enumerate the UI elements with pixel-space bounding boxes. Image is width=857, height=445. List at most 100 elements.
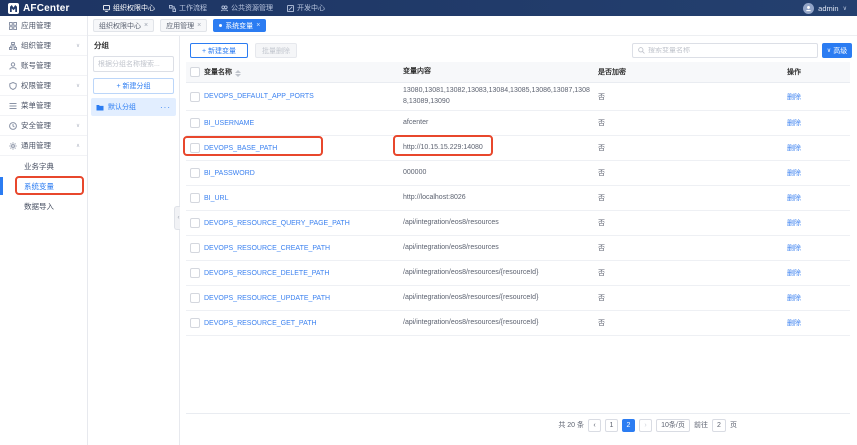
- group-item-default[interactable]: 默认分组 ···: [91, 98, 176, 116]
- variable-name-link[interactable]: DEVOPS_DEFAULT_APP_PORTS: [204, 93, 314, 100]
- delete-link[interactable]: 删除: [787, 145, 801, 152]
- delete-link[interactable]: 删除: [787, 295, 801, 302]
- sidebar-item-permission-management[interactable]: 权限管理 ∨: [0, 76, 87, 96]
- close-icon[interactable]: ×: [256, 22, 260, 29]
- person-icon: [805, 5, 812, 12]
- variable-search-box[interactable]: [632, 43, 818, 58]
- row-checkbox[interactable]: [190, 118, 200, 128]
- nav-item-public-resources[interactable]: 公共资源管理: [221, 3, 273, 13]
- variable-name-link[interactable]: DEVOPS_RESOURCE_CREATE_PATH: [204, 245, 330, 252]
- next-page-button[interactable]: ›: [639, 419, 652, 432]
- variable-name-link[interactable]: DEVOPS_RESOURCE_QUERY_PAGE_PATH: [204, 220, 350, 227]
- row-checkbox[interactable]: [190, 168, 200, 178]
- sidebar: 应用管理 组织管理 ∨ 账号管理 权限管理 ∨ 菜单管理 安全管理 ∨ 通用管理: [0, 16, 88, 445]
- table-row: BI_PASSWORD 000000 否 删除: [186, 161, 850, 186]
- column-header-variable-name[interactable]: 变量名称: [204, 64, 403, 80]
- sidebar-item-app-management[interactable]: 应用管理: [0, 16, 87, 36]
- chevron-down-icon: ∨: [76, 83, 80, 89]
- variable-content: http://10.15.15.229:14080: [403, 140, 598, 157]
- new-group-button[interactable]: + 新建分组: [93, 78, 174, 94]
- edit-square-icon: [287, 5, 294, 12]
- delete-link[interactable]: 删除: [787, 195, 801, 202]
- page-button-1[interactable]: 1: [605, 419, 618, 432]
- row-checkbox[interactable]: [190, 218, 200, 228]
- group-search-input[interactable]: [93, 56, 174, 72]
- appstore-icon: [9, 22, 17, 30]
- close-icon[interactable]: ×: [144, 22, 148, 29]
- sidebar-item-menu-management[interactable]: 菜单管理: [0, 96, 87, 116]
- table-body: DEVOPS_DEFAULT_APP_PORTS 13080,13081,130…: [186, 83, 850, 336]
- row-checkbox[interactable]: [190, 193, 200, 203]
- sidebar-item-general-management[interactable]: 通用管理 ∧: [0, 136, 87, 156]
- delete-link[interactable]: 删除: [787, 245, 801, 252]
- select-all-checkbox[interactable]: [190, 67, 200, 77]
- user-menu[interactable]: admin ∨: [803, 3, 857, 14]
- sort-icon[interactable]: [235, 70, 241, 77]
- table-row: DEVOPS_DEFAULT_APP_PORTS 13080,13081,130…: [186, 83, 850, 111]
- table-row: DEVOPS_RESOURCE_UPDATE_PATH /api/integra…: [186, 286, 850, 311]
- sidebar-item-security-management[interactable]: 安全管理 ∨: [0, 116, 87, 136]
- page-size-select[interactable]: 10条/页: [656, 419, 690, 432]
- variable-content: http://localhost:8026: [403, 190, 598, 207]
- tab-org-permission-center[interactable]: 组织权限中心×: [93, 19, 154, 32]
- delete-link[interactable]: 删除: [787, 170, 801, 177]
- batch-delete-button[interactable]: 批量删除: [255, 43, 297, 58]
- new-variable-button[interactable]: + 新建变量: [190, 43, 248, 58]
- variable-name-link[interactable]: BI_URL: [204, 195, 229, 202]
- column-header-encrypted: 是否加密: [598, 64, 787, 80]
- page-button-2[interactable]: 2: [622, 419, 635, 432]
- row-checkbox[interactable]: [190, 293, 200, 303]
- workflow-icon: [169, 5, 176, 12]
- variable-name-link[interactable]: DEVOPS_BASE_PATH: [204, 145, 277, 152]
- advanced-search-button[interactable]: ∨ 高级: [822, 43, 852, 58]
- goto-label: 前往: [694, 420, 708, 430]
- main-content: + 新建变量 批量删除 ∨ 高级 变量名称 变量内容 是否加密 操作 DEVOP…: [180, 36, 857, 445]
- delete-link[interactable]: 删除: [787, 320, 801, 327]
- prev-page-button[interactable]: ‹: [588, 419, 601, 432]
- sidebar-subitem-business-dictionary[interactable]: 业务字典: [0, 156, 87, 176]
- row-checkbox[interactable]: [190, 243, 200, 253]
- variable-content: 13080,13081,13082,13083,13084,13085,1308…: [403, 83, 598, 110]
- variable-name-link[interactable]: DEVOPS_RESOURCE_DELETE_PATH: [204, 270, 329, 277]
- active-dot: [219, 24, 222, 27]
- row-checkbox[interactable]: [190, 268, 200, 278]
- variable-encrypted: 否: [598, 290, 787, 306]
- tab-system-variables[interactable]: 系统变量×: [213, 19, 266, 32]
- variable-encrypted: 否: [598, 190, 787, 206]
- variable-name-link[interactable]: DEVOPS_RESOURCE_GET_PATH: [204, 320, 317, 327]
- variable-search-input[interactable]: [648, 47, 812, 54]
- sidebar-item-org-management[interactable]: 组织管理 ∨: [0, 36, 87, 56]
- search-icon: [638, 47, 645, 54]
- close-icon[interactable]: ×: [197, 22, 201, 29]
- sidebar-subitem-data-import[interactable]: 数据导入: [0, 196, 87, 216]
- sidebar-item-account-management[interactable]: 账号管理: [0, 56, 87, 76]
- variable-name-link[interactable]: DEVOPS_RESOURCE_UPDATE_PATH: [204, 295, 330, 302]
- variable-encrypted: 否: [598, 89, 787, 105]
- tab-app-management[interactable]: 应用管理×: [160, 19, 207, 32]
- username: admin: [818, 4, 838, 13]
- group-panel: 分组 + 新建分组 默认分组 ···: [88, 36, 180, 445]
- user-icon: [9, 62, 17, 70]
- delete-link[interactable]: 删除: [787, 94, 801, 101]
- row-checkbox[interactable]: [190, 92, 200, 102]
- user-avatar: [803, 3, 814, 14]
- variable-encrypted: 否: [598, 165, 787, 181]
- row-checkbox[interactable]: [190, 318, 200, 328]
- delete-link[interactable]: 删除: [787, 120, 801, 127]
- afcenter-logo[interactable]: AFCenter: [0, 3, 95, 14]
- group-more-menu-icon[interactable]: ···: [160, 103, 171, 112]
- variable-name-link[interactable]: BI_PASSWORD: [204, 170, 255, 177]
- nav-item-org-permission-center[interactable]: 组织权限中心: [103, 3, 155, 13]
- nav-item-dev-center[interactable]: 开发中心: [287, 3, 325, 13]
- org-tree-icon: [9, 42, 17, 50]
- sidebar-subitem-system-variables[interactable]: 系统变量: [0, 176, 87, 196]
- goto-page-input[interactable]: [712, 419, 726, 432]
- nav-item-workflow[interactable]: 工作流程: [169, 3, 207, 13]
- variable-content: /api/integration/eos8/resources/{resourc…: [403, 290, 598, 307]
- variable-encrypted: 否: [598, 140, 787, 156]
- table-row: BI_USERNAME afcenter 否 删除: [186, 111, 850, 136]
- row-checkbox[interactable]: [190, 143, 200, 153]
- variable-name-link[interactable]: BI_USERNAME: [204, 120, 254, 127]
- delete-link[interactable]: 删除: [787, 270, 801, 277]
- delete-link[interactable]: 删除: [787, 220, 801, 227]
